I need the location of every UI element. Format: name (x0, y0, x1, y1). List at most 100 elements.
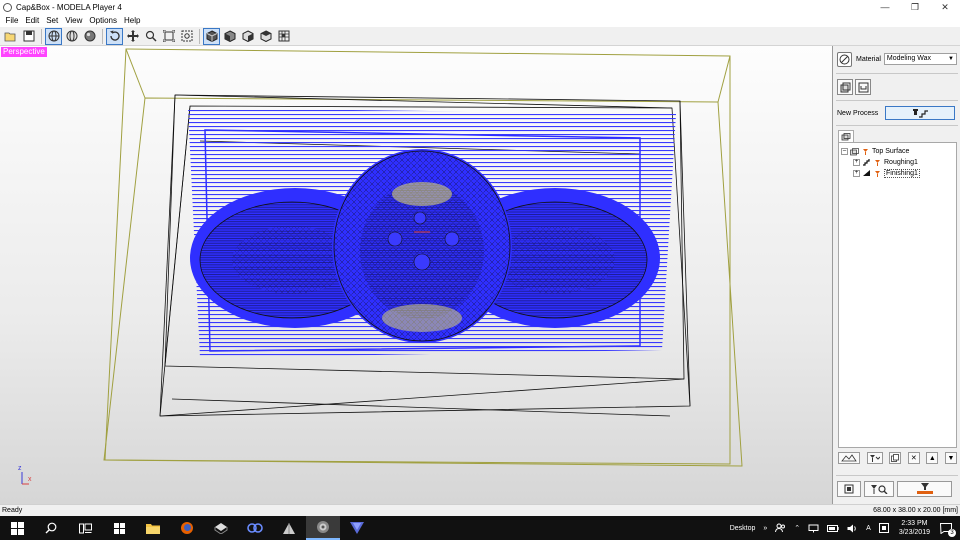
menu-file[interactable]: File (2, 16, 22, 25)
zoom-fit-button[interactable] (160, 28, 177, 45)
menu-edit[interactable]: Edit (22, 16, 43, 25)
axis-indicator: z x (18, 465, 32, 485)
close-button[interactable]: ✕ (930, 0, 960, 14)
taskbar-app-tiles[interactable] (102, 516, 136, 540)
tree-item-label: Finishing1 (884, 169, 920, 178)
side-view-button[interactable] (239, 28, 256, 45)
arrow-up-icon: ▲ (928, 454, 936, 462)
menu-options[interactable]: Options (86, 16, 121, 25)
zoom-icon (145, 30, 157, 42)
material-icon[interactable] (837, 51, 852, 67)
toolbar (0, 27, 960, 46)
roughing-icon (862, 159, 871, 166)
taskbar: Desktop » ⌃ A 2:33 PM 3/23/2019 3 (0, 516, 960, 540)
taskbar-app-dual[interactable] (238, 516, 272, 540)
grid-view-button[interactable] (275, 28, 292, 45)
minimize-button[interactable]: — (870, 0, 900, 14)
new-process-row: New Process (837, 106, 957, 120)
open-button[interactable] (2, 28, 19, 45)
action-center-icon[interactable]: 3 (940, 522, 956, 537)
desktop-toolbar-label[interactable]: Desktop (730, 525, 756, 532)
tree-item-finishing1[interactable]: + Finishing1 (841, 168, 954, 179)
new-process-icon (913, 109, 928, 118)
process-tab[interactable] (838, 130, 854, 142)
start-button[interactable] (0, 516, 34, 540)
rotate-button[interactable] (106, 27, 123, 45)
surface-wire-view-button[interactable] (63, 28, 80, 45)
delete-button[interactable]: ✕ (907, 452, 920, 464)
taskbar-app-3d[interactable] (272, 516, 306, 540)
zoom-window-button[interactable] (178, 28, 195, 45)
top-view-icon (260, 30, 271, 42)
model-settings-button[interactable] (837, 79, 853, 95)
battery-icon[interactable] (827, 524, 839, 532)
finishing-icon (862, 170, 871, 177)
network-icon[interactable] (808, 524, 819, 533)
zoom-button[interactable] (142, 28, 159, 45)
clock-time: 2:33 PM (901, 520, 928, 527)
surface-icon (850, 147, 859, 156)
save-button[interactable] (20, 28, 37, 45)
volume-icon[interactable] (847, 524, 858, 533)
menu-view[interactable]: View (62, 16, 86, 25)
tree-item-top-surface[interactable]: – Top Surface (841, 146, 954, 157)
taskbar-app-firefox[interactable] (170, 516, 204, 540)
copy-button[interactable] (889, 452, 902, 464)
menu-help[interactable]: Help (120, 16, 143, 25)
divider (836, 100, 958, 101)
preview-button[interactable] (837, 481, 861, 497)
task-view-button[interactable] (68, 516, 102, 540)
process-panel: Material Modeling Wax ▼ New Process – To… (834, 46, 960, 504)
taskbar-app-modela-player[interactable] (306, 516, 340, 540)
input-language-icon[interactable]: A (866, 525, 871, 532)
wireframe-view-icon (48, 30, 59, 42)
people-icon[interactable] (775, 523, 786, 533)
expand-icon[interactable]: + (853, 159, 860, 166)
wireframe-view-button[interactable] (45, 27, 62, 45)
tool-path-button[interactable] (866, 452, 883, 464)
tool-icon (870, 455, 881, 462)
status-text: Ready (2, 507, 23, 514)
menu-set[interactable]: Set (43, 16, 62, 25)
system-tray: Desktop » ⌃ A 2:33 PM 3/23/2019 3 (726, 516, 960, 540)
taskbar-file-explorer[interactable] (136, 516, 170, 540)
cut-preview-button[interactable] (864, 481, 894, 497)
show-hidden-icons-icon[interactable]: ⌃ (794, 524, 800, 532)
windows-icon (10, 521, 24, 535)
taskbar-app-v[interactable] (340, 516, 374, 540)
iso-view-button[interactable] (203, 27, 220, 45)
tool-icon (874, 170, 881, 177)
move-up-button[interactable]: ▲ (926, 452, 939, 464)
top-view-button[interactable] (257, 28, 274, 45)
preview-cut-button[interactable] (838, 452, 860, 464)
window-title: Cap&Box - MODELA Player 4 (16, 2, 122, 12)
shape-icon (283, 522, 295, 534)
clock[interactable]: 2:33 PM 3/23/2019 (899, 519, 930, 537)
cut-button[interactable] (897, 481, 952, 497)
search-icon (45, 522, 57, 534)
taskbar-app-modela[interactable] (204, 516, 238, 540)
expand-icon[interactable]: + (853, 170, 860, 177)
pan-button[interactable] (124, 28, 141, 45)
material-label: Material (856, 55, 881, 63)
tree-item-roughing1[interactable]: + Roughing1 (841, 157, 954, 168)
browser-icon (181, 522, 193, 534)
move-down-button[interactable]: ▼ (944, 452, 957, 464)
tray-app-icon[interactable] (878, 523, 889, 533)
material-select[interactable]: Modeling Wax ▼ (883, 53, 957, 65)
window-controls: — ❐ ✕ (870, 0, 960, 14)
new-process-button[interactable] (885, 106, 955, 120)
shaded-view-button[interactable] (81, 28, 98, 45)
axis-x-label: x (28, 476, 32, 483)
restore-button[interactable]: ❐ (900, 0, 930, 14)
search-button[interactable] (34, 516, 68, 540)
rotate-icon (109, 30, 120, 41)
stock-icon (858, 82, 868, 92)
front-view-button[interactable] (221, 28, 238, 45)
toolbar-overflow-icon[interactable]: » (763, 525, 767, 532)
menu-bar: File Edit Set View Options Help (0, 14, 960, 27)
stock-settings-button[interactable] (855, 79, 871, 95)
panel-bottom-actions (837, 480, 957, 498)
viewport-3d[interactable]: z x Perspective (0, 46, 833, 504)
collapse-icon[interactable]: – (841, 148, 848, 155)
